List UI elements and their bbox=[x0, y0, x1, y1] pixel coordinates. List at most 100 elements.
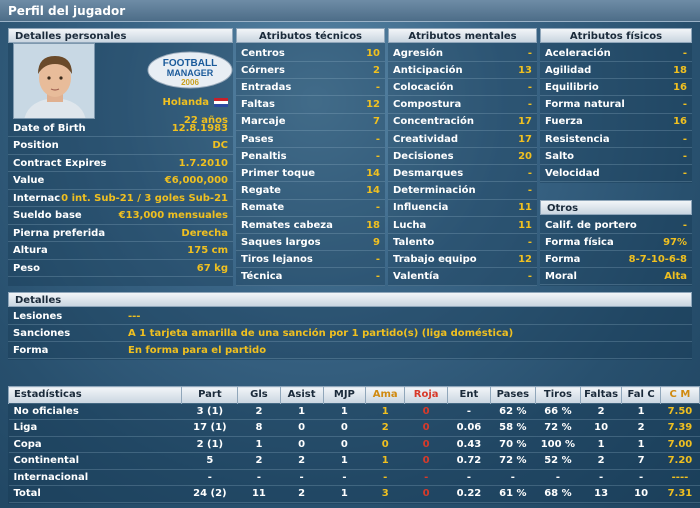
mental-row-compostura: Compostura - bbox=[388, 97, 537, 114]
personal-details-panel: Detalles personales FOOTBALL MANAGER 200… bbox=[8, 28, 233, 286]
attribute-value: - bbox=[682, 133, 687, 145]
attribute-label: Regate bbox=[241, 185, 281, 197]
mental-row-trabajo-equipo: Trabajo equipo 12 bbox=[388, 251, 537, 269]
physical-attributes-panel: Atributos físicos Aceleración - Agilidad 18… bbox=[540, 28, 692, 183]
attribute-label: Equilibrio bbox=[545, 81, 599, 93]
attribute-value: - bbox=[682, 219, 687, 231]
attribute-label: Saques largos bbox=[241, 236, 321, 248]
stats-header-ent[interactable]: Ent bbox=[447, 386, 491, 404]
mental-row-influencia: Influencia 11 bbox=[388, 200, 537, 217]
stats-cell: 1 bbox=[323, 485, 366, 503]
stats-cell: ---- bbox=[660, 469, 700, 486]
stats-cell: 2 bbox=[237, 403, 281, 420]
attribute-label: Pases bbox=[241, 133, 274, 145]
attribute-value: 1.7.2010 bbox=[178, 157, 228, 169]
attribute-value: 175 cm bbox=[187, 245, 228, 256]
stats-cell: - bbox=[535, 469, 581, 486]
stats-header-faltas[interactable]: Faltas bbox=[579, 386, 623, 404]
attribute-value: 14 bbox=[366, 185, 380, 197]
mental-row-colocacion: Colocación - bbox=[388, 79, 537, 97]
attribute-label: Córners bbox=[241, 64, 285, 76]
stats-cell: - bbox=[404, 469, 448, 486]
attribute-label: Valentía bbox=[393, 271, 440, 283]
logo-text-2: MANAGER bbox=[167, 68, 214, 78]
stats-cell: 11 bbox=[237, 485, 281, 503]
attribute-label: Marcaje bbox=[241, 116, 286, 128]
attribute-label: Remates cabeza bbox=[241, 219, 333, 231]
stats-cell: 0 bbox=[280, 419, 324, 437]
attribute-value: 14 bbox=[366, 167, 380, 179]
stats-cell: 70 % bbox=[490, 436, 536, 453]
stats-header-part[interactable]: Part bbox=[181, 386, 239, 404]
stats-cell: Copa bbox=[8, 436, 182, 453]
personal-details-header: Detalles personales bbox=[8, 28, 233, 43]
attribute-value: 20 bbox=[518, 150, 532, 162]
attribute-value: 2 bbox=[373, 64, 380, 76]
stats-cell: 1 bbox=[621, 436, 661, 453]
stats-header-fal-c[interactable]: Fal C bbox=[621, 386, 661, 404]
stats-cell: 2 bbox=[280, 485, 324, 503]
personal-row-position: Position DC bbox=[8, 138, 233, 155]
technical-row-remate: Remate - bbox=[236, 200, 385, 217]
stats-cell: - bbox=[621, 469, 661, 486]
stats-header-asist[interactable]: Asist bbox=[279, 386, 324, 404]
attribute-value: - bbox=[375, 150, 380, 162]
stats-cell: 0.72 bbox=[447, 452, 491, 470]
stats-cell: - bbox=[323, 469, 366, 486]
others-row-calif-de-portero: Calif. de portero - bbox=[540, 217, 692, 234]
stats-cell: 7.50 bbox=[660, 403, 700, 420]
attribute-label: Agresión bbox=[393, 47, 443, 59]
attribute-label: Entradas bbox=[241, 81, 292, 93]
attribute-value: - bbox=[375, 81, 380, 93]
stats-header-gls[interactable]: Gls bbox=[237, 386, 281, 404]
stats-cell: 0 bbox=[404, 452, 448, 470]
attribute-label: Fuerza bbox=[545, 116, 583, 128]
stats-cell: 3 (1) bbox=[181, 403, 238, 420]
attribute-label: Resistencia bbox=[545, 133, 610, 145]
details-row-sanciones: Sanciones A 1 tarjeta amarilla de una san… bbox=[8, 325, 692, 342]
stats-cell: 0 bbox=[280, 436, 324, 453]
attribute-value: 9 bbox=[373, 236, 380, 248]
stats-cell: 7.39 bbox=[660, 419, 700, 437]
attribute-value: - bbox=[375, 133, 380, 145]
attribute-label: Lucha bbox=[393, 219, 427, 231]
detail-label: Lesiones bbox=[13, 310, 63, 322]
stats-header-ama[interactable]: Ama bbox=[365, 386, 406, 404]
stats-cell: 5 bbox=[181, 452, 238, 470]
stats-row-liga: Liga 17 (1) 8 0 0 2 0 0.06 58 % 72 % 10 2 7.39 bbox=[8, 419, 700, 437]
mental-row-agresion: Agresión - bbox=[388, 45, 537, 62]
stats-cell: 0.22 bbox=[447, 485, 491, 503]
stats-header-roja[interactable]: Roja bbox=[404, 386, 449, 404]
stats-header-c-m[interactable]: C M bbox=[659, 386, 700, 404]
attribute-value: 12.8.1983 bbox=[171, 122, 228, 134]
personal-row-peso: Peso 67 kg bbox=[8, 260, 233, 277]
stats-row-total: Total 24 (2) 11 2 1 3 0 0.22 61 % 68 % 13 10 7.31 bbox=[8, 485, 700, 503]
technical-attributes-panel: Atributos técnicos Centros 10 Córners 2 Entr… bbox=[236, 28, 385, 286]
stats-cell: 1 bbox=[365, 403, 405, 420]
stats-cell: Liga bbox=[8, 419, 182, 437]
stats-cell: 0.43 bbox=[447, 436, 491, 453]
stats-cell: 10 bbox=[621, 485, 661, 503]
attribute-label: Calif. de portero bbox=[545, 219, 637, 231]
attribute-label: Value bbox=[13, 175, 45, 186]
stats-header-tiros[interactable]: Tiros bbox=[534, 386, 581, 404]
attribute-label: Talento bbox=[393, 236, 435, 248]
stats-cell: - bbox=[447, 403, 491, 420]
attribute-label: Desmarques bbox=[393, 167, 464, 179]
player-photo bbox=[13, 43, 95, 119]
attribute-label: Pierna preferida bbox=[13, 227, 106, 239]
attribute-label: Forma bbox=[545, 253, 581, 265]
stats-cell: 0 bbox=[404, 419, 448, 437]
stats-header-mjp[interactable]: MJP bbox=[322, 386, 367, 404]
stats-header-pases[interactable]: Pases bbox=[489, 386, 536, 404]
stats-cell: 72 % bbox=[535, 419, 581, 437]
attribute-value: - bbox=[682, 47, 687, 59]
attribute-label: Internacional bbox=[13, 192, 61, 204]
stats-cell: - bbox=[580, 469, 622, 486]
attribute-label: Sueldo base bbox=[13, 210, 82, 221]
stats-cell: - bbox=[237, 469, 281, 486]
attribute-label: Faltas bbox=[241, 99, 275, 111]
stats-cell: 13 bbox=[580, 485, 622, 503]
stats-cell: 52 % bbox=[535, 452, 581, 470]
stats-header-estadisticas[interactable]: Estadísticas bbox=[7, 386, 183, 404]
